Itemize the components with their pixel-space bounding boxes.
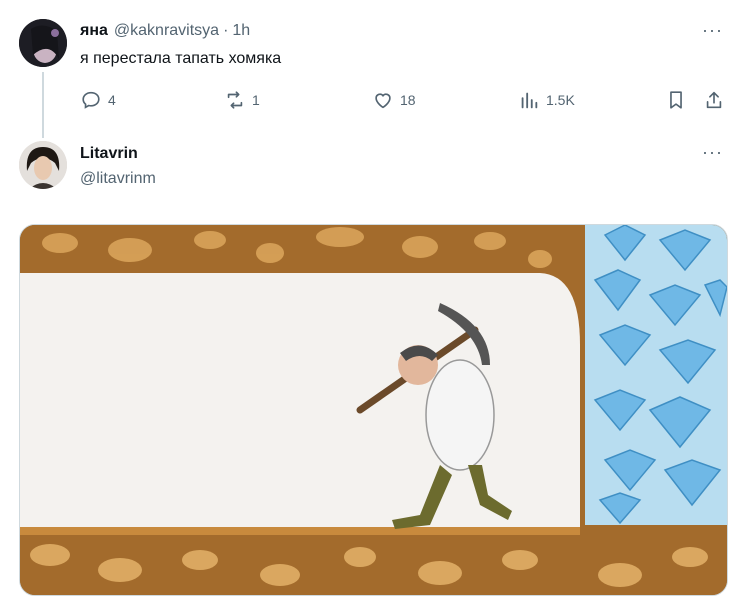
parent-more-button[interactable]: ···	[702, 20, 723, 41]
miner-diamonds-illustration	[20, 225, 727, 595]
share-button[interactable]	[703, 89, 725, 111]
views-icon	[521, 92, 538, 109]
tweet-media-image[interactable]	[19, 224, 728, 596]
reply-more-button[interactable]: ···	[702, 142, 723, 163]
reply-avatar-image	[19, 141, 67, 189]
parent-handle[interactable]: @kaknravitsya	[114, 22, 219, 40]
retweet-button[interactable]: 1	[224, 89, 260, 111]
share-icon	[706, 91, 722, 109]
parent-time-separator: ·	[223, 22, 229, 39]
thread-connector-line	[42, 72, 44, 138]
parent-tweet-text: я перестала тапать хомяка	[80, 50, 282, 67]
reply-handle-row: @litavrinm	[80, 170, 156, 188]
reply-icon	[82, 91, 100, 109]
reply-avatar[interactable]	[19, 141, 67, 189]
like-icon	[375, 93, 391, 109]
reply-display-name[interactable]: Litavrin	[80, 145, 138, 163]
bookmark-icon	[670, 91, 682, 109]
parent-avatar[interactable]	[19, 19, 67, 67]
views-button[interactable]: 1.5K	[518, 89, 575, 111]
like-count: 18	[400, 92, 416, 108]
retweet-count: 1	[252, 92, 260, 108]
parent-avatar-image	[19, 19, 67, 67]
parent-timestamp[interactable]: 1h	[232, 22, 250, 40]
reply-header: Litavrin	[80, 145, 138, 163]
bookmark-button[interactable]	[665, 89, 687, 111]
views-count: 1.5K	[546, 92, 575, 108]
reply-button[interactable]: 4	[80, 89, 116, 111]
reply-count: 4	[108, 92, 116, 108]
like-button[interactable]: 18	[372, 89, 416, 111]
parent-display-name[interactable]: яна	[80, 22, 108, 40]
parent-header: яна @kaknravitsya · 1h	[80, 22, 250, 40]
retweet-icon	[227, 91, 243, 109]
reply-handle[interactable]: @litavrinm	[80, 170, 156, 188]
